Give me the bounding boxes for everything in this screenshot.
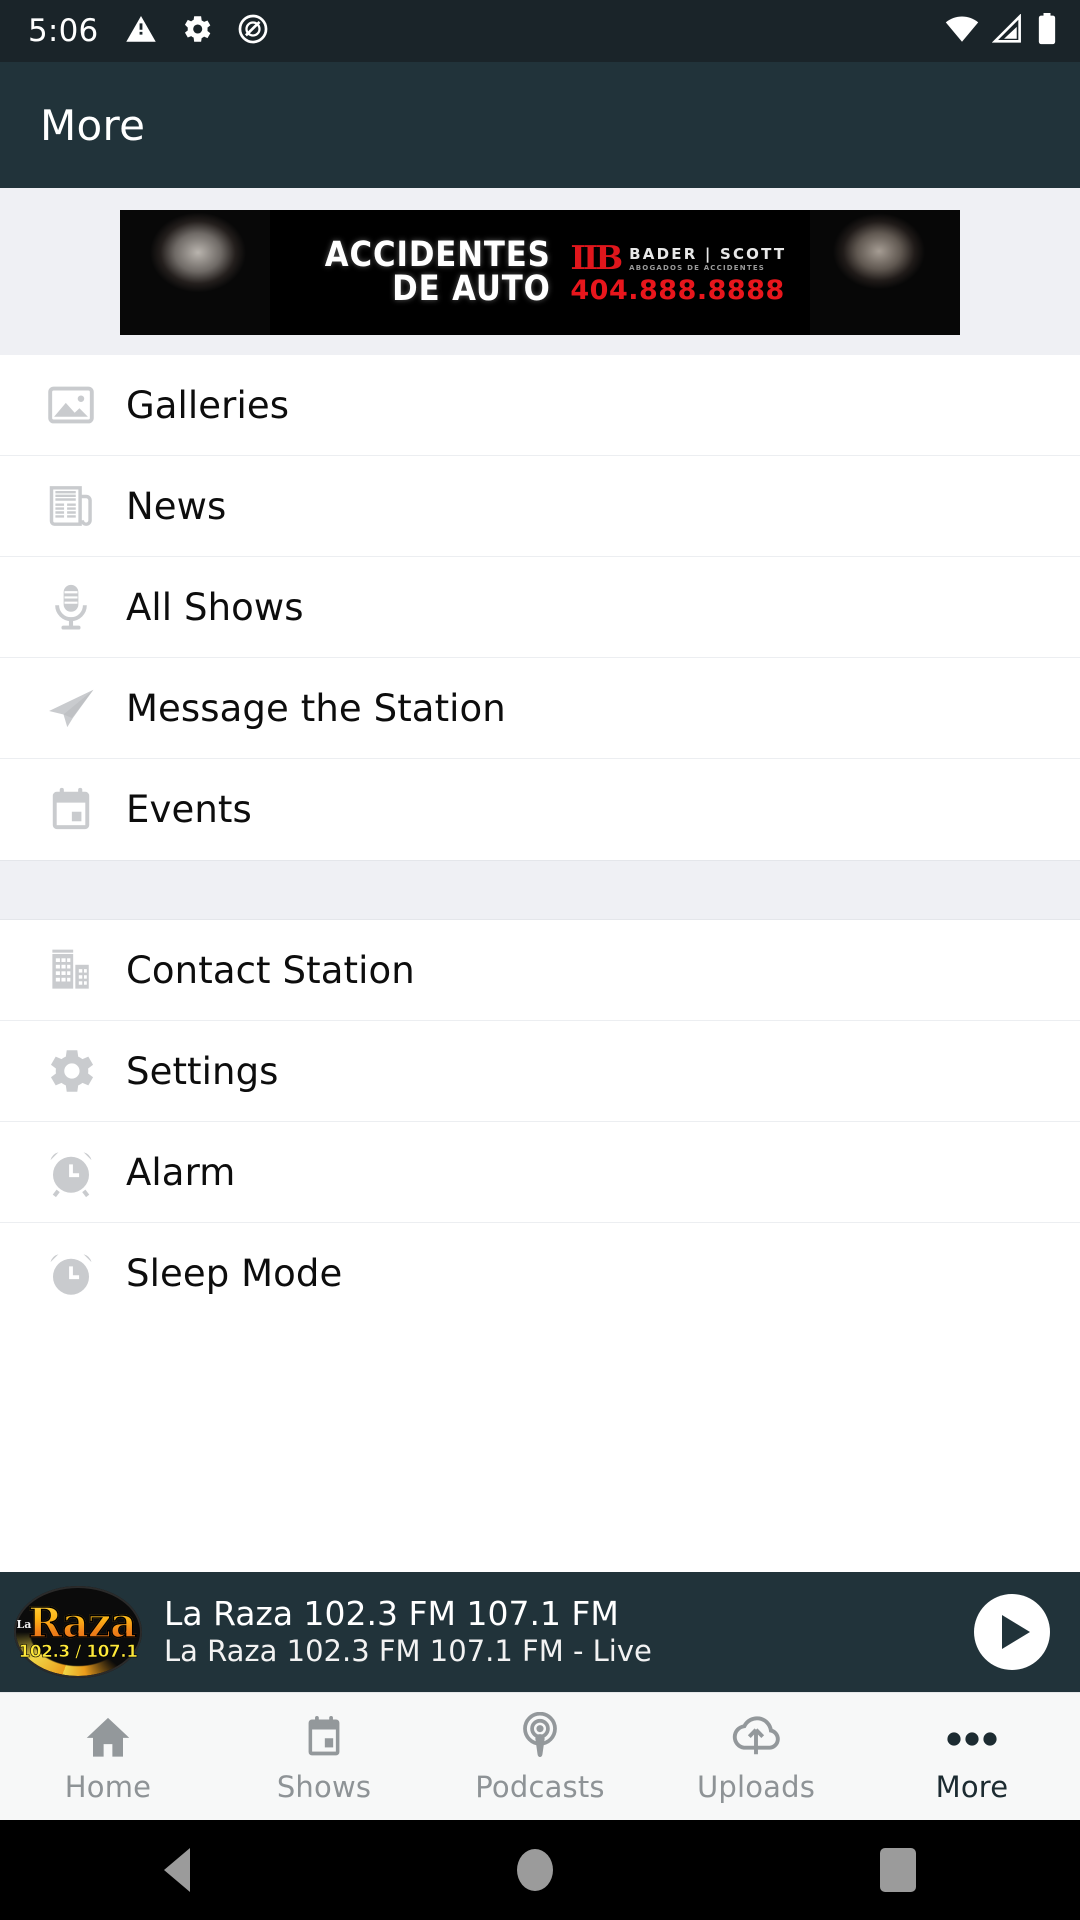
menu-item-all-shows[interactable]: All Shows <box>0 557 1080 658</box>
menu-item-settings[interactable]: Settings <box>0 1021 1080 1122</box>
building-icon <box>38 944 104 996</box>
menu-item-contact-station[interactable]: Contact Station <box>0 920 1080 1021</box>
image-icon <box>38 379 104 431</box>
menu-item-label: Sleep Mode <box>126 1252 343 1295</box>
station-logo-la: La <box>16 1618 32 1631</box>
status-bar-notification-icons <box>124 12 270 50</box>
now-playing-info: La Raza 102.3 FM 107.1 FM La Raza 102.3 … <box>164 1594 974 1670</box>
ad-brand-subtitle: ABOGADOS DE ACCIDENTES <box>629 263 766 272</box>
status-bar: 5:06 <box>0 0 1080 62</box>
app-bar: More <box>0 62 1080 188</box>
ad-headline-line2: DE AUTO <box>391 268 551 309</box>
play-button[interactable] <box>974 1594 1050 1670</box>
menu-group-divider <box>0 860 1080 920</box>
menu-item-label: Events <box>126 788 252 831</box>
menu-item-news[interactable]: News <box>0 456 1080 557</box>
menu-item-label: News <box>126 484 227 528</box>
tab-shows[interactable]: Shows <box>216 1693 432 1820</box>
tab-label: More <box>935 1769 1009 1804</box>
ad-headline: ACCIDENTES DE AUTO <box>294 234 551 309</box>
back-triangle-icon[interactable] <box>163 1848 190 1892</box>
recents-square-icon[interactable] <box>880 1848 917 1892</box>
tab-label: Shows <box>276 1769 372 1804</box>
bader-scott-logo-icon: IIB <box>570 238 623 277</box>
wifi-icon <box>944 14 980 48</box>
tab-label: Uploads <box>696 1769 816 1804</box>
play-icon <box>1002 1615 1030 1649</box>
menu-item-label: Contact Station <box>126 948 415 992</box>
microphone-icon <box>38 581 104 633</box>
do-not-disturb-icon <box>236 12 270 50</box>
station-logo: La Raza 102.3 / 107.1 <box>14 1582 142 1682</box>
tab-podcasts[interactable]: Podcasts <box>432 1693 648 1820</box>
podcast-icon <box>515 1710 565 1762</box>
status-bar-clock: 5:06 <box>28 13 99 49</box>
battery-icon <box>1036 13 1058 49</box>
station-logo-text: La Raza 102.3 / 107.1 <box>16 1599 138 1662</box>
ad-face-left-image <box>120 210 270 335</box>
ad-headline-line1: ACCIDENTES <box>324 234 551 275</box>
tab-label: Podcasts <box>475 1769 605 1804</box>
station-logo-name: Raza <box>28 1599 138 1647</box>
ad-phone-number[interactable]: 404.888.8888 <box>570 277 786 304</box>
now-playing-title: La Raza 102.3 FM 107.1 FM <box>164 1594 619 1634</box>
ad-face-right-image <box>810 210 960 335</box>
paper-plane-icon <box>38 680 104 736</box>
menu-item-alarm[interactable]: Alarm <box>0 1122 1080 1223</box>
warning-triangle-icon <box>124 12 158 50</box>
alarm-clock-icon <box>38 1145 104 1199</box>
android-navigation-bar <box>0 1820 1080 1920</box>
ad-brand-row: IIB BADER | SCOTT ABOGADOS DE ACCIDENTES <box>570 241 786 274</box>
status-bar-system-icons <box>944 13 1058 49</box>
ad-content: ACCIDENTES DE AUTO IIB BADER | SCOTT ABO… <box>270 210 810 335</box>
menu-group-secondary: Contact Station Settings Alarm Sleep Mod… <box>0 920 1080 1324</box>
advertisement-container: ACCIDENTES DE AUTO IIB BADER | SCOTT ABO… <box>0 188 1080 355</box>
alarm-clock-icon <box>38 1247 104 1301</box>
bottom-tab-bar: Home Shows Podcasts Uploads More <box>0 1692 1080 1820</box>
station-logo-frequency: 102.3 / 107.1 <box>18 1642 138 1662</box>
menu-item-label: Alarm <box>126 1150 236 1194</box>
home-icon <box>83 1710 133 1762</box>
cloud-upload-icon <box>730 1710 782 1762</box>
scroll-content[interactable]: ACCIDENTES DE AUTO IIB BADER | SCOTT ABO… <box>0 188 1080 1692</box>
menu-group-primary: Galleries News All Shows Message the Sta… <box>0 355 1080 860</box>
now-playing-bar[interactable]: La Raza 102.3 / 107.1 La Raza 102.3 FM 1… <box>0 1572 1080 1692</box>
home-circle-icon[interactable] <box>516 1849 553 1891</box>
menu-item-message-the-station[interactable]: Message the Station <box>0 658 1080 759</box>
menu-item-sleep-mode[interactable]: Sleep Mode <box>0 1223 1080 1324</box>
gear-icon <box>180 12 214 50</box>
tab-uploads[interactable]: Uploads <box>648 1693 864 1820</box>
cellular-signal-icon <box>991 13 1024 48</box>
calendar-icon <box>299 1710 349 1762</box>
page-title: More <box>40 100 146 150</box>
menu-item-label: All Shows <box>126 585 304 629</box>
tab-more[interactable]: More <box>864 1693 1080 1820</box>
menu-item-label: Galleries <box>126 383 290 427</box>
tab-home[interactable]: Home <box>0 1693 216 1820</box>
ad-brand-name: BADER | SCOTT <box>629 244 787 263</box>
ad-brand-block: IIB BADER | SCOTT ABOGADOS DE ACCIDENTES… <box>570 241 786 304</box>
advertisement-banner[interactable]: ACCIDENTES DE AUTO IIB BADER | SCOTT ABO… <box>120 210 960 335</box>
gear-icon <box>38 1044 104 1098</box>
tab-label: Home <box>64 1769 152 1804</box>
menu-item-galleries[interactable]: Galleries <box>0 355 1080 456</box>
calendar-icon <box>38 784 104 836</box>
menu-item-events[interactable]: Events <box>0 759 1080 860</box>
app-screen: 5:06 More ACCIDENTES DE AUTO IIB BADER |… <box>0 0 1080 1920</box>
menu-item-label: Message the Station <box>126 686 506 730</box>
now-playing-subtitle: La Raza 102.3 FM 107.1 FM - Live <box>164 1634 652 1669</box>
newspaper-icon <box>38 480 104 532</box>
ellipsis-icon <box>944 1710 1000 1762</box>
ad-brand-text: BADER | SCOTT ABOGADOS DE ACCIDENTES <box>629 244 786 272</box>
menu-item-label: Settings <box>126 1049 279 1093</box>
